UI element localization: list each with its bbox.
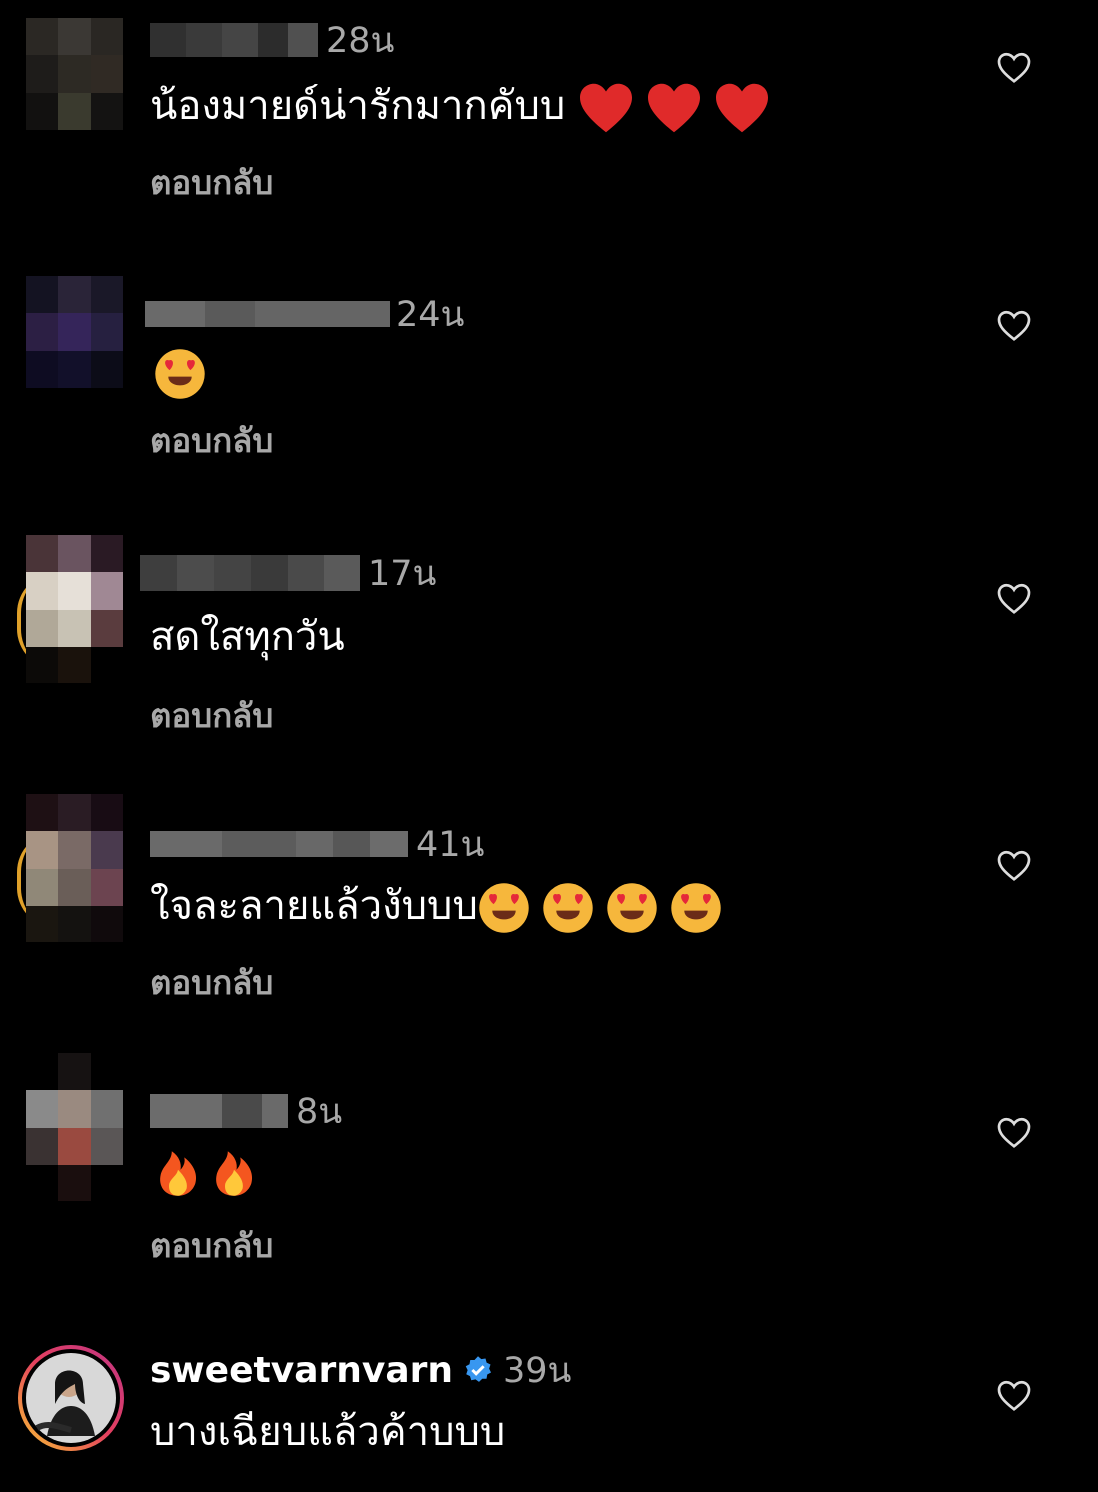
heart-eyes-emoji <box>671 883 721 933</box>
comment-timestamp: 24น <box>396 294 465 335</box>
comment-timestamp: 8น <box>296 1091 343 1132</box>
comment-text <box>156 1141 268 1197</box>
avatar[interactable] <box>26 535 123 647</box>
reply-button[interactable]: ตอบกลับ <box>150 1219 273 1272</box>
like-heart-icon[interactable] <box>996 50 1032 84</box>
username-redacted[interactable] <box>150 1094 288 1128</box>
comment-timestamp: 17น <box>368 553 437 594</box>
comment-timestamp: 41น <box>416 824 485 865</box>
heart-eyes-emoji <box>155 349 205 399</box>
reply-button[interactable]: ตอบกลับ <box>150 414 273 467</box>
comment-item: 17น สดใสทุกวัน ตอบกลับ <box>0 535 1098 795</box>
comment-timestamp: 28น <box>326 20 395 61</box>
comment-text: ใจละลายแล้วงับบบ <box>150 878 734 934</box>
verified-badge-icon <box>465 1356 492 1382</box>
avatar-bottom <box>26 1165 123 1201</box>
avatar-bottom <box>26 906 123 942</box>
comment-timestamp: 39น <box>503 1350 572 1391</box>
like-heart-icon[interactable] <box>996 308 1032 342</box>
username-redacted[interactable] <box>145 301 390 327</box>
comment-item: 8น ตอบกลับ <box>0 1053 1098 1313</box>
avatar-bottom <box>26 647 123 683</box>
reply-button[interactable]: ตอบกลับ <box>150 689 273 742</box>
comment-item: 24น ตอบกลับ <box>0 276 1098 536</box>
comment-item: 41น ใจละลายแล้วงับบบ ตอบกลับ <box>0 794 1098 1054</box>
comment-item: 28น น้องมายด์น่ารักมากคับบ ตอบกลับ <box>0 18 1098 278</box>
username-redacted[interactable] <box>140 555 360 591</box>
avatar[interactable] <box>26 794 123 906</box>
fire-emoji <box>216 1151 253 1196</box>
reply-button[interactable]: ตอบกลับ <box>150 956 273 1009</box>
red-heart-emoji <box>647 83 700 133</box>
username[interactable]: sweetvarnvarn <box>150 1350 453 1391</box>
heart-eyes-emoji <box>543 883 593 933</box>
heart-eyes-emoji <box>607 883 657 933</box>
avatar[interactable] <box>26 276 123 388</box>
reply-button[interactable]: ตอบกลับ <box>150 156 273 209</box>
username-redacted[interactable] <box>150 23 318 57</box>
comment-text: สดใสทุกวัน <box>150 614 345 660</box>
avatar[interactable] <box>26 18 123 130</box>
like-heart-icon[interactable] <box>996 581 1032 615</box>
comment-text: น้องมายด์น่ารักมากคับบ <box>150 78 782 134</box>
heart-eyes-emoji <box>479 883 529 933</box>
red-heart-emoji <box>579 83 632 133</box>
like-heart-icon[interactable] <box>996 1378 1032 1412</box>
like-heart-icon[interactable] <box>996 848 1032 882</box>
fire-emoji <box>160 1151 197 1196</box>
avatar[interactable] <box>26 1053 123 1165</box>
comment-text <box>154 344 218 400</box>
red-heart-emoji <box>715 83 768 133</box>
avatar[interactable] <box>17 1344 125 1452</box>
like-heart-icon[interactable] <box>996 1115 1032 1149</box>
comment-item: sweetvarnvarn 39น บางเฉียบแล้วค้าบบบ <box>0 1344 1098 1492</box>
username-redacted[interactable] <box>150 831 408 857</box>
comment-text: บางเฉียบแล้วค้าบบบ <box>150 1409 506 1455</box>
